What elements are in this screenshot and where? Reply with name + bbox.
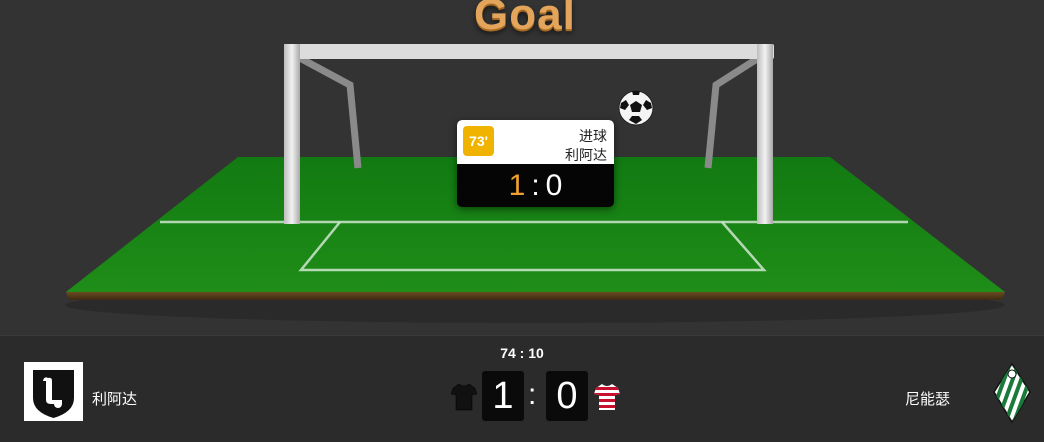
home-team-name: 利阿达 (92, 391, 138, 408)
goal-title: Goal (474, 0, 576, 39)
away-score: 0 (546, 371, 588, 421)
goal-crossbar (284, 44, 774, 59)
event-card-header: 73' 进球 利阿达 (457, 120, 614, 164)
home-shirt-icon (451, 383, 477, 411)
soil-edge (66, 292, 1005, 300)
goal-event-card: 73' 进球 利阿达 1:0 (457, 120, 614, 207)
event-score-home: 1 (508, 169, 526, 202)
match-clock: 74 : 10 (500, 345, 544, 361)
goal-right-post (757, 44, 773, 224)
soccer-ball-icon (618, 90, 654, 126)
goal-left-post (284, 44, 300, 224)
goal-back-left-support (296, 53, 362, 169)
event-score-separator: : (531, 169, 540, 202)
score-separator: : (528, 378, 537, 411)
event-type-label: 进球 (579, 128, 607, 144)
home-score: 1 (482, 371, 524, 421)
event-score: 1:0 (457, 164, 614, 207)
event-minute-badge: 73' (463, 126, 494, 156)
leonesa-crest-icon (24, 362, 83, 421)
scoreboard-bar: 利阿达 74 : 10 1 : 0 尼能瑟 (0, 335, 1044, 442)
goal-back-right-support (704, 54, 762, 169)
green-white-striped-crest-icon (993, 362, 1031, 424)
event-score-away: 0 (545, 169, 563, 202)
event-team-label: 利阿达 (565, 147, 607, 163)
away-shirt-icon (594, 384, 620, 410)
away-team-name: 尼能瑟 (904, 391, 950, 408)
goal-animation-stage: Goal 73' 进球 利阿达 1:0 (0, 0, 1044, 335)
